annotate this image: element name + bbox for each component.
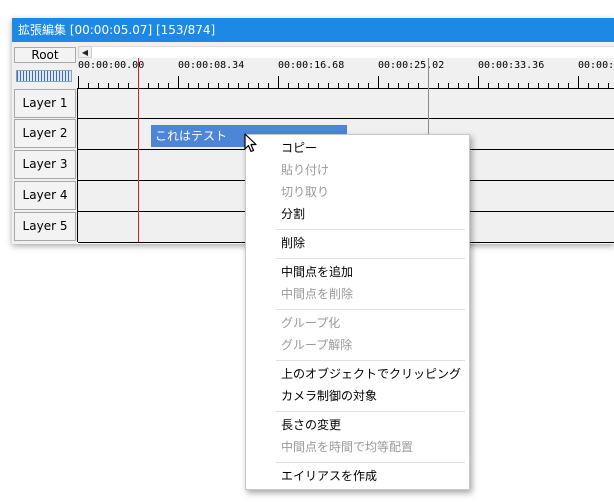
horizontal-scrollbar[interactable] [92, 46, 614, 58]
menu-item-ungroup[interactable]: グループ解除 [281, 334, 352, 356]
menu-item-split[interactable]: 分割 [281, 203, 305, 225]
menu-item-remove-midpoint[interactable]: 中間点を削除 [281, 283, 353, 305]
playhead-cursor[interactable] [138, 58, 139, 242]
menu-item-camera-target[interactable]: カメラ制御の対象 [281, 385, 377, 407]
ruler-tick [178, 76, 179, 88]
root-button[interactable]: Root [14, 47, 76, 63]
menu-item-add-midpoint[interactable]: 中間点を追加 [281, 261, 353, 283]
ruler-time-label: 00:00:08.34 [178, 60, 245, 71]
menu-separator [276, 360, 465, 361]
mouse-pointer-icon [244, 133, 257, 153]
menu-item-copy[interactable]: コピー [281, 137, 317, 159]
ruler-tick [578, 76, 579, 88]
ruler-tick [78, 76, 79, 88]
layer-button-2[interactable]: Layer 2 [14, 119, 76, 148]
ruler-tick [278, 76, 279, 88]
menu-separator [276, 309, 465, 310]
time-ruler[interactable]: 00:00:00.00 00:00:08.34 00:00:16.68 00:0… [78, 58, 614, 88]
layer-button-1[interactable]: Layer 1 [14, 89, 76, 118]
ruler-time-label: 00:00:00.00 [78, 60, 145, 71]
ruler-time-label: 00:00:4 [578, 60, 614, 71]
menu-item-distribute-midpoints[interactable]: 中間点を時間で均等配置 [281, 436, 413, 458]
track-left-border [77, 88, 78, 242]
menu-item-change-length[interactable]: 長さの変更 [281, 414, 341, 436]
menu-separator [276, 411, 465, 412]
layer-button-3[interactable]: Layer 3 [14, 150, 76, 179]
scroll-left-arrow-icon[interactable]: ◀ [78, 46, 92, 58]
ruler-time-label: 00:00:25.02 [378, 60, 445, 71]
zoom-slider[interactable] [16, 70, 72, 82]
menu-separator [276, 258, 465, 259]
menu-separator [276, 462, 465, 463]
menu-item-group[interactable]: グループ化 [281, 312, 340, 334]
menu-item-paste[interactable]: 貼り付け [281, 159, 329, 181]
layer-button-4[interactable]: Layer 4 [14, 181, 76, 210]
ruler-time-label: 00:00:16.68 [278, 60, 345, 71]
menu-item-delete[interactable]: 削除 [281, 232, 305, 254]
layer-track-1[interactable] [78, 88, 614, 119]
ruler-time-label: 00:00:33.36 [478, 60, 545, 71]
window-title: 拡張編集 [00:00:05.07] [153/874] [12, 18, 614, 42]
ruler-tick [378, 76, 379, 88]
menu-item-clip-with-above[interactable]: 上のオブジェクトでクリッピング [281, 363, 461, 385]
layer-button-5[interactable]: Layer 5 [14, 212, 76, 241]
context-menu: コピー 貼り付け 切り取り 分割 削除 中間点を追加 中間点を削除 グループ化 … [245, 134, 470, 490]
ruler-tick [478, 76, 479, 88]
menu-item-create-alias[interactable]: エイリアスを作成 [281, 465, 377, 487]
menu-separator [276, 229, 465, 230]
menu-item-cut[interactable]: 切り取り [281, 181, 329, 203]
